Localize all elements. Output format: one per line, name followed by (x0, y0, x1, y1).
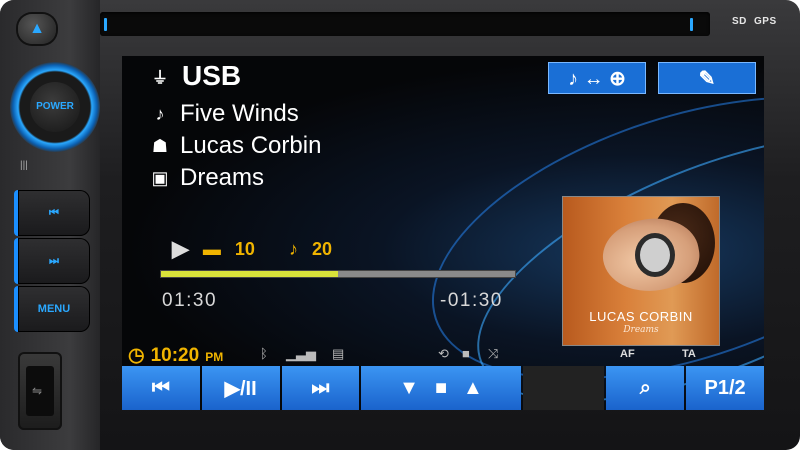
progress-fill (161, 271, 338, 277)
wrench-icon: ✎ (698, 67, 716, 90)
empty-slot (522, 366, 605, 410)
gps-label: GPS (754, 16, 777, 27)
artist-name: Lucas Corbin (180, 132, 322, 159)
folder-nav-group: ▼ ■ ▲ (361, 366, 521, 410)
album-line: ▣ Dreams (148, 164, 264, 192)
album-icon: ▣ (151, 167, 169, 188)
folder-button[interactable]: ■ (435, 377, 447, 400)
remaining-time: -01:30 (440, 290, 503, 311)
clock-ampm: PM (205, 350, 224, 364)
artist-line: ☗ Lucas Corbin (148, 132, 322, 160)
album-art: LUCAS CORBIN Dreams (562, 196, 720, 346)
playback-info-row: ▶ ▬ 10 ♪ 20 (172, 236, 332, 262)
track-count: 20 (311, 238, 332, 259)
page-button[interactable]: P1/2 (686, 366, 764, 410)
menu-button[interactable]: MENU (14, 286, 90, 332)
track-line: ♪ Five Winds (148, 100, 299, 128)
slot-marker-right (690, 18, 693, 31)
clock-icon: ◷ (128, 345, 145, 366)
af-indicator: AF (620, 348, 635, 360)
clock-time: 10:20 (150, 345, 200, 366)
elapsed-time: 01:30 (162, 290, 218, 311)
shuffle-icon: ⤨ (488, 346, 499, 361)
next-track-side-button[interactable]: ⏭ (14, 238, 90, 284)
headphones-graphic (635, 233, 675, 277)
repeat-icon: ⟲ (438, 346, 449, 361)
folder-icon: ▬ (202, 238, 221, 259)
next-track-button[interactable]: ⏭ (281, 366, 360, 410)
power-knob[interactable]: POWER (30, 82, 80, 132)
artist-icon: ☗ (151, 135, 169, 156)
display-screen: ⏚ USB ♪ Five Winds ☗ Lucas Corbin ▣ Drea… (122, 56, 764, 410)
phonebook-icon: ▤ (332, 346, 345, 361)
eject-button[interactable]: ▲ (18, 14, 56, 44)
usb-port: ⇋ (18, 352, 62, 430)
left-control-panel: ▲ POWER ||| ⏮ ⏭ MENU ⇋ (0, 0, 100, 450)
folder-up-button[interactable]: ▲ (463, 377, 483, 400)
track-title: Five Winds (180, 100, 299, 127)
mic-icon: ||| (20, 160, 28, 171)
search-button[interactable]: ⌕ (606, 366, 685, 410)
sd-label: SD (732, 16, 747, 27)
prev-track-button[interactable]: ⏮ (122, 366, 200, 410)
play-pause-button[interactable]: ▶/II (201, 366, 280, 410)
bottom-control-bar: ⏮ ▶/II ⏭ ▼ ■ ▲ ⌕ P1/2 (122, 366, 764, 410)
car-stereo-unit: SD GPS ▲ POWER ||| ⏮ ⏭ MENU ⇋ ⏚ USB ♪ Fi… (0, 0, 800, 450)
play-state-icon: ▶ (172, 236, 189, 261)
album-art-title: Dreams (623, 325, 659, 335)
source-header: ⏚ USB (152, 60, 241, 92)
folder-count: 10 (234, 238, 255, 259)
settings-button[interactable]: ✎ (658, 62, 756, 94)
mode-swap-button[interactable]: ♪ ↔ ⊕ (548, 62, 646, 94)
slot-marker-left (104, 18, 107, 31)
track-count-icon: ♪ (288, 238, 298, 259)
source-label: USB (182, 60, 242, 91)
music-note-icon: ♪ (155, 103, 165, 124)
search-icon: ⌕ (639, 376, 651, 399)
bluetooth-icon: ᛒ (260, 346, 268, 361)
usb-port-icon: ⇋ (32, 384, 43, 398)
folder-down-button[interactable]: ▼ (399, 377, 419, 400)
album-art-artist: LUCAS CORBIN (589, 309, 693, 324)
album-name: Dreams (180, 164, 265, 191)
signal-icon: ▁▃▅ (286, 346, 316, 361)
ta-indicator: TA (682, 348, 696, 360)
progress-bar[interactable] (160, 270, 516, 278)
clock: ◷ 10:20 PM (128, 344, 223, 367)
prev-track-side-button[interactable]: ⏮ (14, 190, 90, 236)
usb-icon: ⏚ (152, 70, 169, 87)
disc-slot (100, 12, 710, 36)
folder-repeat-icon: ■ (462, 346, 470, 361)
